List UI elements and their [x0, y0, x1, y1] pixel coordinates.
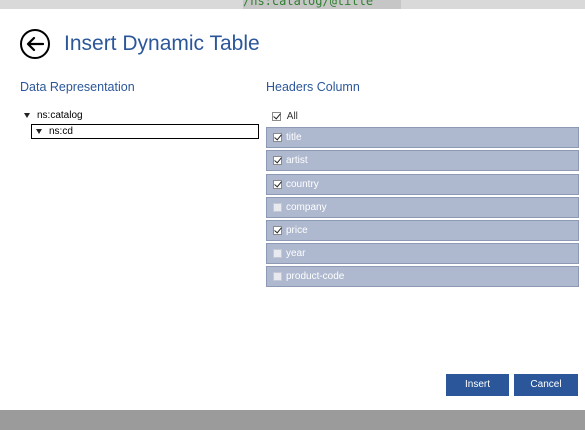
dialog-title: Insert Dynamic Table — [64, 32, 260, 55]
back-button[interactable] — [20, 29, 50, 59]
header-label: country — [286, 179, 319, 190]
select-all-row[interactable]: All — [272, 110, 298, 124]
select-all-checkbox[interactable] — [272, 111, 281, 121]
header-row-title[interactable]: title — [266, 127, 579, 148]
header-checkbox[interactable] — [273, 180, 282, 189]
back-arrow-icon — [26, 36, 44, 52]
data-representation-label: Data Representation — [20, 80, 135, 94]
header-row-year[interactable]: year — [266, 243, 579, 264]
header-row-artist[interactable]: artist — [266, 150, 579, 171]
header-label: title — [286, 132, 302, 143]
header-checkbox[interactable] — [273, 156, 282, 165]
header-label: artist — [286, 155, 308, 166]
header-row-price[interactable]: price — [266, 220, 579, 241]
header-row-country[interactable]: country — [266, 174, 579, 195]
insert-button[interactable]: Insert — [446, 374, 509, 396]
header-row-product-code[interactable]: product-code — [266, 266, 579, 287]
header-checkbox[interactable] — [273, 272, 282, 281]
header-label: year — [286, 248, 306, 259]
header-checkbox[interactable] — [273, 203, 282, 212]
cancel-button[interactable]: Cancel — [514, 374, 578, 396]
expand-arrow-icon[interactable] — [36, 129, 42, 134]
tree-node-cd[interactable]: ns:cd — [49, 125, 73, 138]
header-label: company — [286, 202, 327, 213]
header-label: price — [286, 225, 308, 236]
select-all-label: All — [286, 111, 298, 122]
tree-node-catalog[interactable]: ns:catalog — [37, 109, 83, 122]
background-xpath-text: /ns:catalog/@title — [243, 0, 401, 9]
headers-column-label: Headers Column — [266, 80, 360, 94]
header-checkbox[interactable] — [273, 133, 282, 142]
header-checkbox[interactable] — [273, 226, 282, 235]
bottom-strip — [0, 410, 585, 430]
background-window-strip: /ns:catalog/@title — [0, 0, 585, 9]
header-row-company[interactable]: company — [266, 197, 579, 218]
expand-arrow-icon[interactable] — [24, 113, 30, 118]
header-checkbox[interactable] — [273, 249, 282, 258]
header-label: product-code — [286, 271, 345, 282]
